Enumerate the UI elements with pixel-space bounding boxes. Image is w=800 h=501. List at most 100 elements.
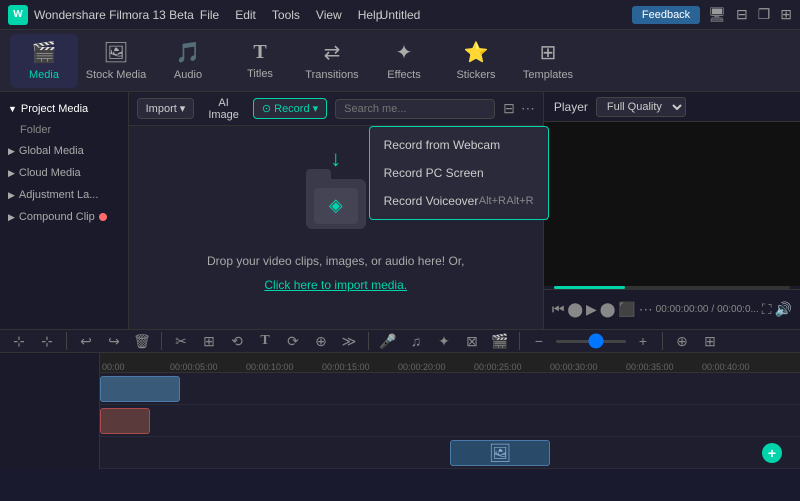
record-screen-item[interactable]: Record PC Screen — [370, 159, 548, 187]
toolbar-effects[interactable]: ✦ Effects — [370, 34, 438, 88]
timeline-settings[interactable]: ⊞ — [699, 330, 721, 352]
timeline-select-tool[interactable]: ⊹ — [8, 330, 30, 352]
main-layout: ▼ Project Media Folder ▶ Global Media ▶ … — [0, 92, 800, 329]
timeline-delete[interactable]: 🗑 — [131, 330, 153, 352]
player-skip-back[interactable]: ⏮ — [552, 301, 565, 318]
record-voiceover-item[interactable]: Record Voiceover Alt+R Alt+R — [370, 187, 548, 215]
timeline-track-area: 00:00 00:00:05:00 00:00:10:00 00:00:15:0… — [100, 353, 800, 469]
timeline-add[interactable]: ⊕ — [310, 330, 332, 352]
sidebar-global-media[interactable]: ▶ Global Media — [0, 140, 128, 162]
timeline-cut[interactable]: ✂ — [170, 330, 192, 352]
toolbar-media[interactable]: 🎬 Media — [10, 34, 78, 88]
record-button[interactable]: ⊙ Record ▾ — [253, 98, 327, 119]
feedback-button[interactable]: Feedback — [632, 6, 700, 24]
record-label: Record — [274, 103, 309, 115]
player-frame-back[interactable]: ⬤ — [567, 301, 583, 318]
toolbar-titles[interactable]: T Titles — [226, 34, 294, 88]
sidebar-adjustment-layer[interactable]: ▶ Adjustment La... — [0, 184, 128, 206]
menu-tools[interactable]: Tools — [272, 8, 300, 22]
title-bar: W Wondershare Filmora 13 Beta File Edit … — [0, 0, 800, 30]
timeline-redo[interactable]: ↪ — [103, 330, 125, 352]
timeline-reset[interactable]: ⟳ — [282, 330, 304, 352]
record-dropdown-menu: Record from Webcam Record PC Screen Reco… — [369, 126, 549, 220]
player-play[interactable]: ▶ — [586, 301, 597, 318]
timeline-color[interactable]: ✦ — [433, 330, 455, 352]
sidebar: ▼ Project Media Folder ▶ Global Media ▶ … — [0, 92, 129, 329]
timeline-ruler: 00:00 00:00:05:00 00:00:10:00 00:00:15:0… — [100, 353, 800, 373]
toolbar-effects-label: Effects — [387, 69, 420, 81]
filmora-icon: ◈ — [329, 195, 343, 216]
player-more[interactable]: ⋯ — [639, 301, 653, 318]
minimize-icon[interactable]: ⊟ — [736, 6, 748, 23]
toolbar-separator-5 — [662, 332, 663, 350]
timeline-text[interactable]: T — [254, 330, 276, 352]
sidebar-compound-clip[interactable]: ▶ Compound Clip — [0, 206, 128, 228]
sidebar-project-media[interactable]: ▼ Project Media — [0, 98, 128, 120]
sidebar-cloud-media[interactable]: ▶ Cloud Media — [0, 162, 128, 184]
timeline-more-tools[interactable]: ≫ — [338, 330, 360, 352]
quality-select[interactable]: Full Quality — [596, 97, 686, 117]
app-logo: W — [8, 5, 28, 25]
sidebar-compound-label: Compound Clip — [19, 211, 95, 223]
grid-icon[interactable]: ⊞ — [780, 6, 792, 23]
player-area: Player Full Quality ⏮ ⬤ ▶ ⬤ ⬛ ⋯ 00:00:00… — [543, 92, 800, 329]
ruler-tick-2: 00:00:10:00 — [246, 362, 294, 372]
sidebar-adjustment-label: Adjustment La... — [19, 189, 99, 201]
toolbar-templates[interactable]: ⊞ Templates — [514, 34, 582, 88]
player-skip-forward[interactable]: ⬛ — [618, 301, 635, 318]
timeline-audio-tool[interactable]: ♫ — [405, 330, 427, 352]
ruler-tick-3: 00:00:15:00 — [322, 362, 370, 372]
import-button[interactable]: Import ▾ — [137, 98, 195, 119]
add-clip-button[interactable]: + — [762, 443, 782, 463]
toolbar-transitions[interactable]: ⇄ Transitions — [298, 34, 366, 88]
arrow-right-icon2: ▶ — [8, 168, 15, 179]
menu-file[interactable]: File — [200, 8, 219, 22]
timeline-razor-tool[interactable]: ⊹ — [36, 330, 58, 352]
timeline-crop[interactable]: ⊞ — [198, 330, 220, 352]
sidebar-project-media-label: Project Media — [21, 103, 88, 115]
timeline-mic[interactable]: 🎤 — [377, 330, 399, 352]
player-frame-forward[interactable]: ⬤ — [600, 301, 616, 318]
zoom-out-button[interactable]: − — [528, 330, 550, 352]
filter-icon[interactable]: ⊟ — [503, 100, 515, 117]
window-title: Untitled — [380, 8, 421, 22]
content-toolbar: Import ▾ AI Image ⊙ Record ▾ ⊟ ⋯ — [129, 92, 543, 126]
more-icon[interactable]: ⋯ — [521, 100, 535, 117]
timeline-add-track[interactable]: ⊕ — [671, 330, 693, 352]
menu-edit[interactable]: Edit — [235, 8, 256, 22]
player-fullscreen[interactable]: ⛶ — [762, 301, 772, 318]
sidebar-folder[interactable]: Folder — [0, 120, 128, 140]
track-clip-1[interactable] — [100, 376, 180, 402]
timeline-toolbar: ⊹ ⊹ ↩ ↪ 🗑 ✂ ⊞ ⟲ T ⟳ ⊕ ≫ 🎤 ♫ ✦ ⊠ 🎬 − + ⊕ … — [0, 330, 800, 353]
arrow-right-icon4: ▶ — [8, 212, 15, 223]
ruler-tick-1: 00:00:05:00 — [170, 362, 218, 372]
search-input[interactable] — [335, 99, 495, 119]
timeline-rotate[interactable]: ⟲ — [226, 330, 248, 352]
player-volume[interactable]: 🔊 — [775, 301, 792, 318]
player-progress-bar[interactable] — [554, 286, 790, 289]
timeline-clip[interactable]: 🎬 — [489, 330, 511, 352]
player-header: Player Full Quality — [544, 92, 800, 122]
track-clip-red[interactable] — [100, 408, 150, 434]
ruler-tick-6: 00:00:30:00 — [550, 362, 598, 372]
track-clip-image[interactable]: 🖼 — [450, 440, 550, 466]
track-row-1 — [100, 373, 800, 405]
maximize-icon[interactable]: ❐ — [758, 6, 771, 23]
toolbar-media-label: Media — [29, 69, 59, 81]
record-webcam-item[interactable]: Record from Webcam — [370, 131, 548, 159]
compound-clip-dot — [99, 213, 107, 221]
toolbar-stickers[interactable]: ⭐ Stickers — [442, 34, 510, 88]
toolbar-stock-media[interactable]: 🖼 Stock Media — [82, 34, 150, 88]
titles-icon: T — [253, 41, 266, 64]
timeline-split[interactable]: ⊠ — [461, 330, 483, 352]
toolbar-audio[interactable]: 🎵 Audio — [154, 34, 222, 88]
record-chevron-icon: ▾ — [313, 102, 319, 115]
zoom-in-button[interactable]: + — [632, 330, 654, 352]
import-media-link[interactable]: Click here to import media. — [264, 278, 407, 292]
timeline-content: 00:00 00:00:05:00 00:00:10:00 00:00:15:0… — [0, 353, 800, 469]
menu-view[interactable]: View — [316, 8, 342, 22]
track-row-2 — [100, 405, 800, 437]
ai-image-button[interactable]: AI Image — [202, 94, 245, 124]
timeline-undo[interactable]: ↩ — [75, 330, 97, 352]
zoom-slider[interactable] — [556, 340, 626, 343]
